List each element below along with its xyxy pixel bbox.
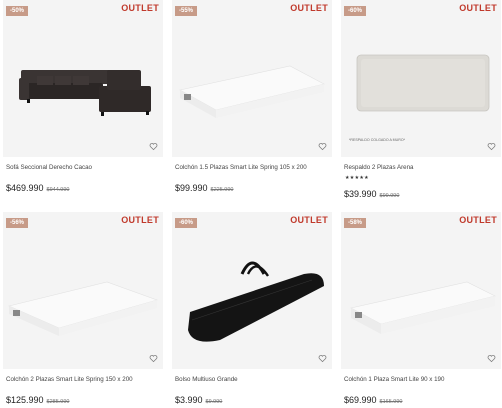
old-price: $225.990 — [210, 187, 234, 193]
mattress-image — [8, 281, 158, 336]
old-price: $944.990 — [46, 187, 70, 193]
price: $39.990 — [344, 189, 377, 199]
heart-icon[interactable] — [487, 354, 496, 363]
product-image[interactable]: -56% OUTLET — [3, 212, 163, 369]
image-caption: *RESPALDO COLGADO A MURO* — [349, 138, 406, 142]
bag-image — [188, 261, 324, 342]
product-name[interactable]: Colchón 1.5 Plazas Smart Lite Spring 105… — [175, 164, 331, 171]
price: $99.990 — [175, 183, 208, 193]
product-image[interactable]: -58% OUTLET — [341, 212, 501, 369]
sofa-image — [19, 70, 151, 116]
price: $125.990 — [6, 395, 44, 405]
price: $69.990 — [344, 395, 377, 405]
heart-icon[interactable] — [149, 142, 158, 151]
product-name[interactable]: Sofá Seccional Derecho Cacao — [6, 164, 162, 171]
mattress-image — [350, 281, 496, 334]
price-row: $125.990 $285.990 — [6, 390, 70, 408]
heart-icon[interactable] — [318, 354, 327, 363]
price-row: $39.990 $99.990 — [344, 184, 399, 202]
product-name[interactable]: Bolso Multiuso Grande — [175, 376, 331, 383]
rating-stars: ★★★★★ — [345, 175, 369, 181]
price-row: $99.990 $225.990 — [175, 178, 234, 196]
price-row: $69.990 $165.990 — [344, 390, 403, 408]
product-name[interactable]: Respaldo 2 Plazas Arena — [344, 164, 500, 171]
product-image[interactable]: -60% OUTLET *RESPALDO COLGADO A MURO* — [341, 0, 501, 157]
heart-icon[interactable] — [149, 354, 158, 363]
product-image[interactable]: -50% OUTLET — [3, 0, 163, 157]
product-name[interactable]: Colchón 1 Plaza Smart Lite 90 x 190 — [344, 376, 500, 383]
price-row: $3.990 $9.990 — [175, 390, 222, 408]
product-name[interactable]: Colchón 2 Plazas Smart Lite Spring 150 x… — [6, 376, 162, 383]
product-grid: -50% OUTLET Sofá Seccional Derecho Cacao… — [0, 0, 502, 405]
product-image[interactable]: -55% OUTLET — [172, 0, 332, 157]
heart-icon[interactable] — [487, 142, 496, 151]
product-image[interactable]: -60% OUTLET — [172, 212, 332, 369]
old-price: $99.990 — [379, 193, 400, 199]
price: $469.990 — [6, 183, 44, 193]
price: $3.990 — [175, 395, 203, 405]
price-row: $469.990 $944.990 — [6, 178, 70, 196]
heart-icon[interactable] — [318, 142, 327, 151]
headboard-image — [356, 54, 490, 112]
mattress-image — [179, 65, 325, 118]
